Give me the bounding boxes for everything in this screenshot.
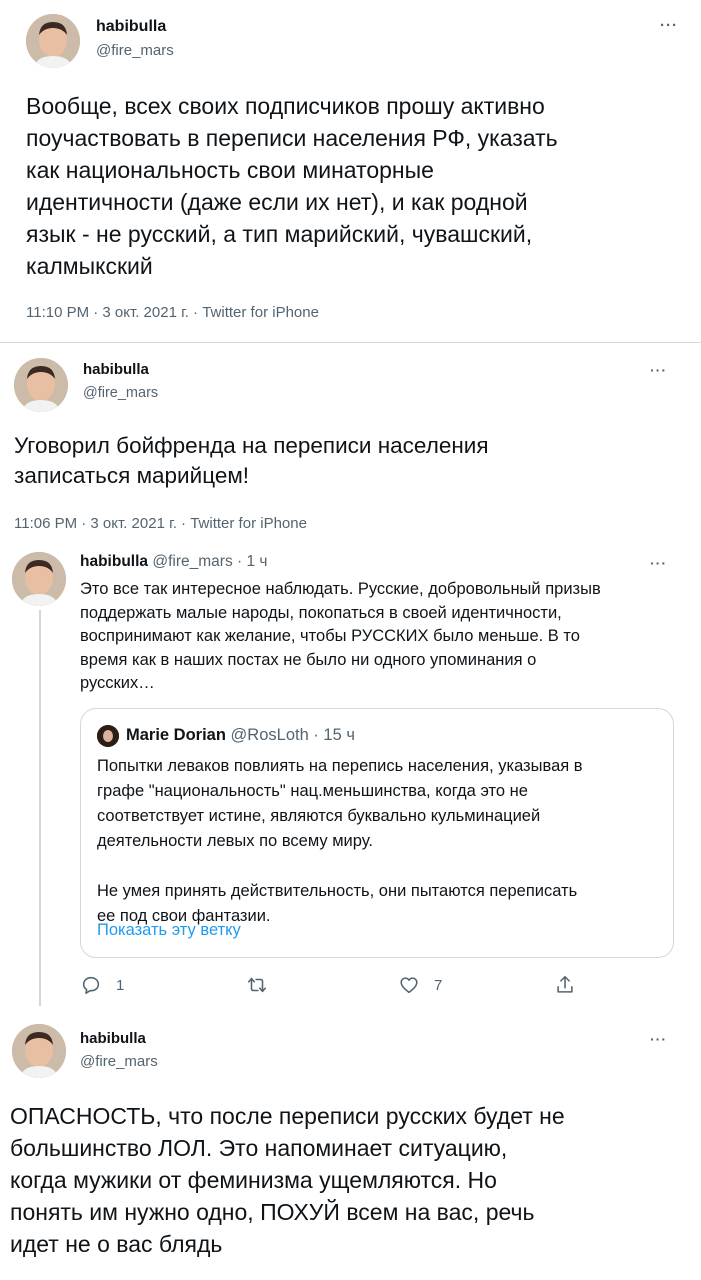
- like-count: 7: [434, 976, 443, 994]
- like-button[interactable]: 7: [398, 974, 442, 996]
- quote-avatar-image: [97, 725, 119, 747]
- author-handle[interactable]: @fire_mars: [96, 42, 174, 59]
- reply-time[interactable]: · 1 ч: [233, 553, 267, 570]
- quote-text: Попытки леваков повлиять на перепись нас…: [97, 757, 583, 925]
- author-name[interactable]: habibulla: [96, 18, 166, 36]
- tweet-card: habibulla @fire_mars ··· Уговорил бойфре…: [0, 342, 701, 538]
- tweet-text: Уговорил бойфренда на переписи населения…: [14, 433, 489, 488]
- more-options-icon[interactable]: ···: [650, 556, 667, 570]
- avatar-image: [12, 1024, 66, 1078]
- retweet-button[interactable]: [246, 974, 282, 996]
- author-name[interactable]: habibulla: [80, 553, 148, 570]
- tweet-timestamp[interactable]: 11:10 PM · 3 окт. 2021 г. · Twitter for …: [26, 304, 319, 321]
- avatar[interactable]: [97, 725, 119, 747]
- tweet-timestamp[interactable]: 11:06 PM · 3 окт. 2021 г. · Twitter for …: [14, 515, 307, 532]
- author-name[interactable]: habibulla: [83, 361, 149, 378]
- avatar[interactable]: [12, 1024, 66, 1078]
- tweet-card: habibulla @fire_mars ··· ОПАСНОСТЬ, что …: [0, 1006, 701, 1280]
- tweet-card: habibulla @fire_mars ··· Вообще, всех св…: [0, 0, 690, 342]
- reply-icon: [82, 976, 100, 995]
- avatar-image: [12, 552, 66, 606]
- tweet-actions-bar: 1 7: [80, 974, 590, 1004]
- show-thread-link[interactable]: Показать эту ветку: [97, 921, 241, 940]
- quoted-tweet[interactable]: Marie Dorian @RosLoth · 15 ч Попытки лев…: [80, 708, 674, 958]
- author-name[interactable]: habibulla: [80, 1030, 146, 1047]
- avatar-image: [14, 358, 68, 412]
- avatar[interactable]: [14, 358, 68, 412]
- avatar[interactable]: [26, 14, 80, 68]
- tweet-text: Вообще, всех своих подписчиков прошу акт…: [26, 93, 558, 279]
- reply-text: Это все так интересное наблюдать. Русски…: [80, 580, 601, 692]
- quote-author-handle[interactable]: @RosLoth: [231, 726, 309, 744]
- retweet-icon: [247, 977, 267, 993]
- reply-button[interactable]: 1: [80, 974, 124, 996]
- like-icon: [400, 977, 418, 994]
- thread-connector-line: [39, 610, 41, 1006]
- reply-header: habibulla @fire_mars · 1 ч: [80, 553, 267, 571]
- more-options-icon[interactable]: ···: [650, 363, 667, 377]
- tweet-text: ОПАСНОСТЬ, что после переписи русских бу…: [10, 1103, 565, 1257]
- avatar[interactable]: [12, 552, 66, 606]
- author-handle[interactable]: @fire_mars: [152, 553, 232, 570]
- more-options-icon[interactable]: ···: [650, 1032, 667, 1046]
- author-handle[interactable]: @fire_mars: [80, 1053, 158, 1070]
- reply-tweet-card: habibulla @fire_mars · 1 ч ··· Это все т…: [0, 538, 701, 1006]
- share-button[interactable]: [554, 974, 576, 996]
- share-icon: [557, 975, 573, 993]
- quote-time[interactable]: · 15 ч: [309, 726, 355, 744]
- quote-author-name[interactable]: Marie Dorian: [126, 726, 226, 744]
- reply-count: 1: [116, 976, 125, 994]
- avatar-image: [26, 14, 80, 68]
- more-options-icon[interactable]: ···: [660, 18, 678, 33]
- quote-header: Marie Dorian @RosLoth · 15 ч: [126, 726, 355, 745]
- author-handle[interactable]: @fire_mars: [83, 385, 158, 401]
